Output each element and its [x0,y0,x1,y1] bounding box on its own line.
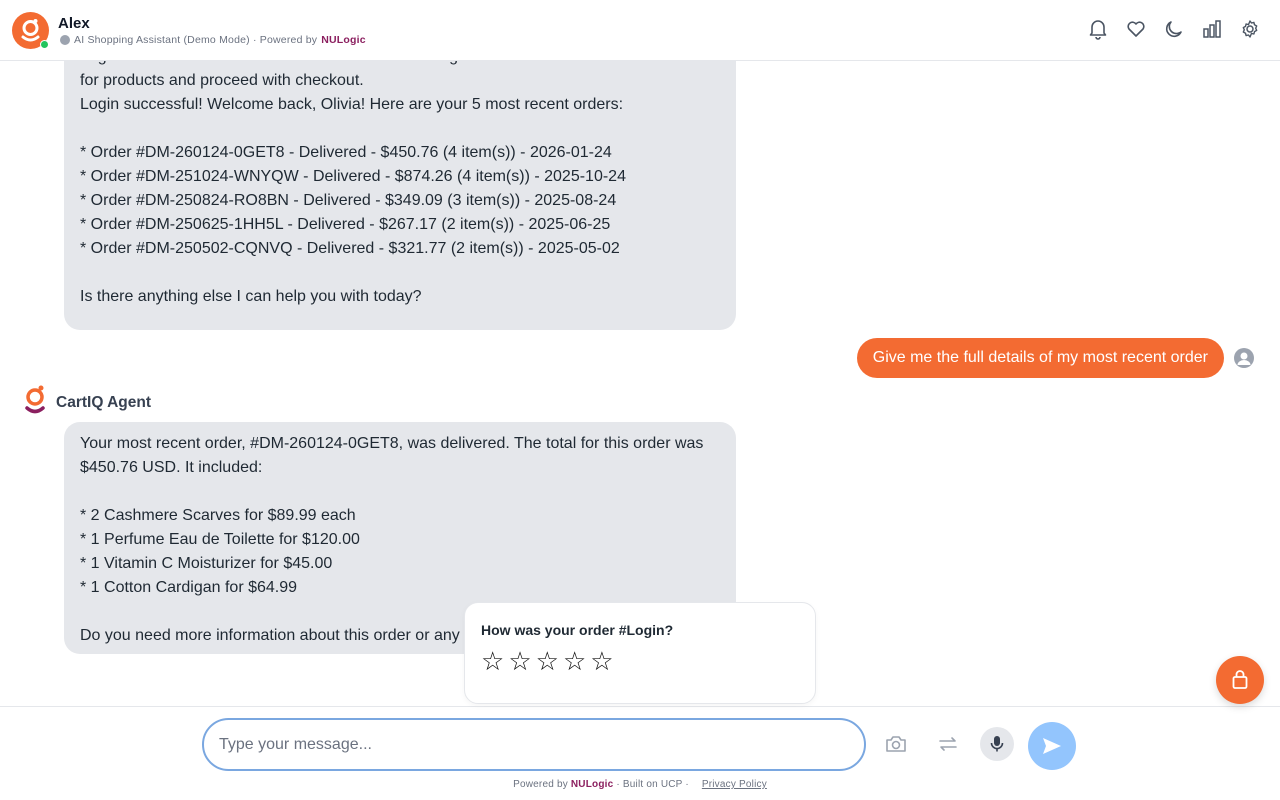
send-button[interactable] [1028,722,1076,770]
star-2-icon[interactable]: ☆ [508,647,531,675]
user-avatar-icon [1234,348,1254,368]
bell-icon[interactable] [1088,18,1108,40]
heart-icon[interactable] [1126,18,1146,40]
rating-question: How was your order #Login? [481,622,674,638]
footer-note: Powered by NULogic · Built on UCP · Priv… [0,779,1280,790]
star-3-icon[interactable]: ☆ [536,647,559,675]
built-on-text: · Built on UCP · [616,779,689,790]
info-icon[interactable] [60,35,70,45]
assistant-name: Alex [58,15,90,32]
shopping-bag-icon [1232,670,1248,689]
agent-logo-icon [22,384,50,423]
agent-message-text: Login successful! You are now authentica… [80,61,693,305]
swap-arrows-icon[interactable] [931,727,965,761]
brand-name: NULogic [321,34,366,46]
header-actions [1088,18,1260,40]
privacy-policy-link[interactable]: Privacy Policy [702,779,767,790]
app-header: Alex AI Shopping Assistant (Demo Mode) ·… [0,0,1280,61]
moon-icon[interactable] [1164,18,1184,40]
star-4-icon[interactable]: ☆ [563,647,586,675]
microphone-icon[interactable] [980,727,1014,761]
composer-area: Powered by NULogic · Built on UCP · Priv… [0,706,1280,800]
chart-bars-icon[interactable] [1202,18,1222,40]
footer-brand: NULogic [570,779,614,790]
user-message: Give me the full details of my most rece… [856,338,1224,378]
agent-message: Login successful! You are now authentica… [64,61,736,330]
assistant-subtitle: AI Shopping Assistant (Demo Mode) · Powe… [60,34,366,46]
cart-button[interactable] [1216,656,1264,704]
gear-icon[interactable] [1240,18,1260,40]
camera-icon[interactable] [879,727,913,761]
star-5-icon[interactable]: ☆ [590,647,613,675]
star-1-icon[interactable]: ☆ [481,647,504,675]
message-input[interactable] [202,718,866,771]
send-icon [1043,738,1061,754]
agent-name: CartIQ Agent [56,394,152,411]
order-rating-card: How was your order #Login? ☆ ☆ ☆ ☆ ☆ [464,602,816,704]
star-rating: ☆ ☆ ☆ ☆ ☆ [481,647,614,675]
subtitle-text: AI Shopping Assistant (Demo Mode) · Powe… [74,34,318,46]
powered-by-text: Powered by [513,779,568,790]
online-status-dot [40,40,49,49]
